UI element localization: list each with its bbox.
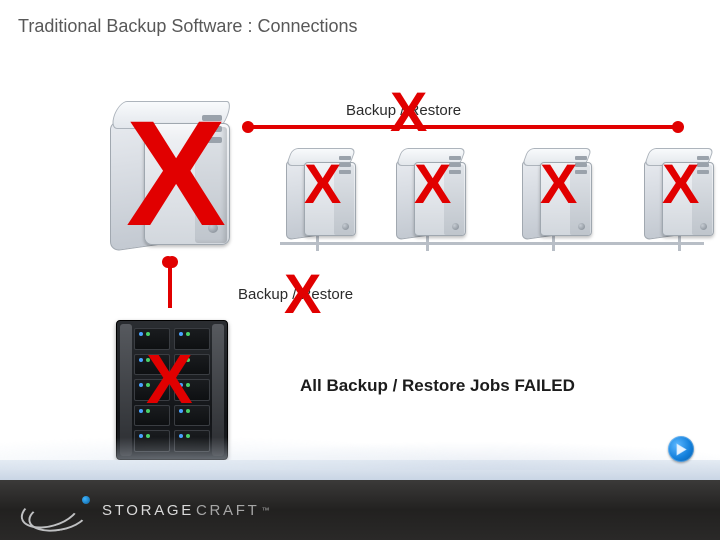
fail-x-side-link: X <box>284 270 321 318</box>
fail-x-client-1: X <box>304 160 341 208</box>
swoosh-icon <box>20 495 90 525</box>
client-rail <box>280 242 704 245</box>
fail-x-client-4: X <box>662 160 699 208</box>
brand-logo: STORAGE CRAFT ™ <box>20 495 269 525</box>
link-side <box>168 260 172 308</box>
fail-x-top-link: X <box>390 88 427 136</box>
fail-x-client-2: X <box>414 160 451 208</box>
brand-word-2: CRAFT <box>196 502 260 519</box>
page-title: Traditional Backup Software : Connection… <box>18 16 358 37</box>
fail-x-storage: X <box>146 350 193 410</box>
next-button[interactable] <box>668 436 694 462</box>
trademark-symbol: ™ <box>261 506 269 515</box>
slide: Traditional Backup Software : Connection… <box>0 0 720 540</box>
fail-x-client-3: X <box>540 160 577 208</box>
brand-word-1: STORAGE <box>102 502 194 519</box>
link-top <box>248 125 678 129</box>
fail-x-backup-server: X <box>126 110 226 238</box>
play-icon <box>676 443 687 456</box>
status-fail-text: All Backup / Restore Jobs FAILED <box>300 376 575 396</box>
